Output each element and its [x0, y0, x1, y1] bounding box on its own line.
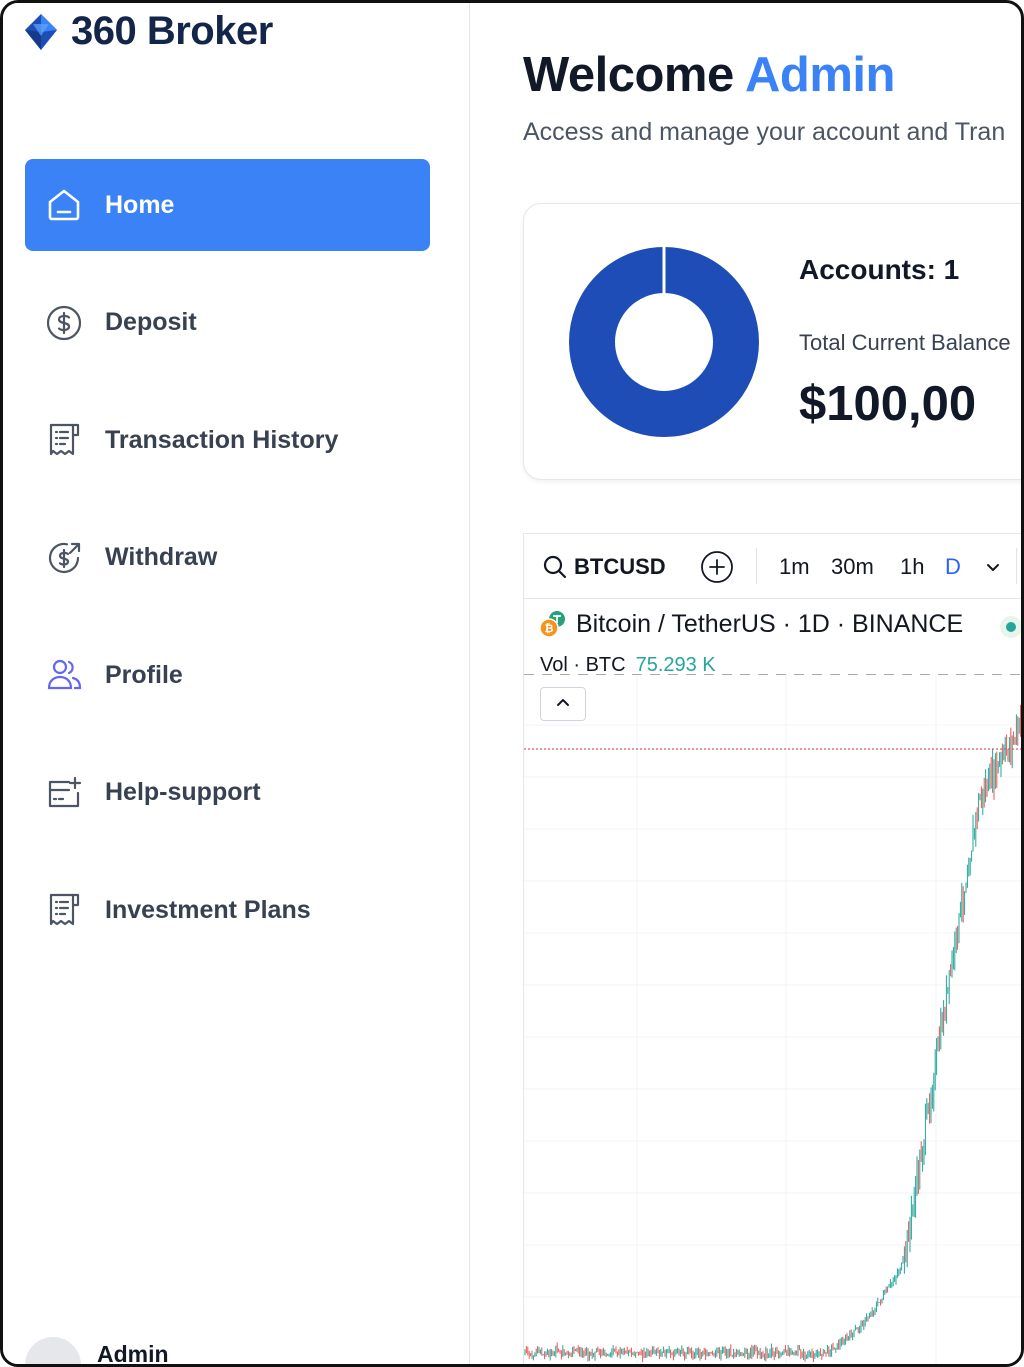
volume-value: 75.293 K — [635, 654, 716, 676]
sidebar-item-label: Transaction History — [105, 425, 339, 454]
user-footer[interactable]: Admin — [25, 1333, 445, 1367]
main-content: Welcome Admin Access and manage your acc… — [470, 3, 1021, 1364]
balance-label: Total Current Balance — [799, 330, 1011, 355]
page-subtitle: Access and manage your account and Tran — [523, 118, 1006, 146]
welcome-username: Admin — [745, 48, 895, 102]
sidebar-item-home[interactable]: Home — [25, 159, 430, 251]
sidebar-item-label: Deposit — [105, 308, 197, 336]
dollar-circle-icon — [46, 305, 82, 340]
home-icon — [48, 189, 80, 221]
balance-value: $100,00 — [799, 377, 977, 431]
account-summary-card: Accounts: 1 Total Current Balance $100,0… — [523, 203, 1021, 480]
sidebar-nav: Home Deposit Transaction History Withdra… — [25, 159, 430, 982]
market-status-indicator[interactable] — [1000, 616, 1021, 638]
sidebar-item-profile[interactable]: Profile — [25, 629, 430, 721]
sidebar: 360 Broker Home Deposit Transaction Hist… — [3, 3, 470, 1367]
chart-legend: ₿ Bitcoin / TetherUS · 1D · BINANCE — [538, 609, 963, 639]
sidebar-item-label: Home — [105, 190, 175, 219]
balance-donut-chart — [569, 246, 759, 437]
chart-title: Bitcoin / TetherUS · 1D · BINANCE — [576, 609, 964, 638]
avatar[interactable] — [25, 1337, 81, 1364]
accounts-count: Accounts: 1 — [799, 254, 960, 285]
sidebar-item-deposit[interactable]: Deposit — [25, 277, 430, 369]
diamond-logo-icon — [25, 13, 57, 50]
receipt-icon — [49, 893, 80, 926]
brand-name: 360 Broker — [71, 9, 273, 53]
chevron-up-icon — [557, 698, 569, 706]
interval-30m[interactable]: 30m — [831, 554, 874, 580]
user-name: Admin — [97, 1341, 169, 1367]
receipt-icon — [49, 423, 80, 456]
dollar-arrow-icon — [48, 542, 81, 573]
ticket-icon — [48, 776, 82, 807]
collapse-legend-button[interactable] — [540, 687, 586, 721]
welcome-text: Welcome — [523, 48, 734, 102]
price-chart-widget: BTCUSD 1m 30m 1h D ₿ Bitcoin / TetherUS … — [523, 533, 1021, 1364]
toolbar-divider — [756, 548, 757, 584]
candlestick-chart — [524, 674, 1021, 1364]
sidebar-item-withdraw[interactable]: Withdraw — [25, 512, 430, 604]
users-icon — [47, 659, 82, 690]
volume-label: Vol · BTC — [540, 654, 626, 676]
page-title: Welcome Admin — [523, 47, 895, 103]
candles-layer — [524, 704, 1021, 1363]
sidebar-item-transaction-history[interactable]: Transaction History — [25, 394, 430, 486]
interval-1h[interactable]: 1h — [900, 554, 924, 580]
interval-1m[interactable]: 1m — [779, 554, 810, 580]
sidebar-item-investment-plans[interactable]: Investment Plans — [25, 864, 430, 956]
symbol-search[interactable]: BTCUSD — [542, 554, 666, 580]
chart-toolbar: BTCUSD 1m 30m 1h D — [524, 534, 1021, 599]
search-icon — [543, 555, 567, 579]
brand[interactable]: 360 Broker — [23, 9, 273, 54]
app-window: 360 Broker Home Deposit Transaction Hist… — [0, 0, 1024, 1367]
sidebar-item-label: Investment Plans — [105, 895, 311, 924]
toolbar-divider — [1016, 548, 1017, 584]
interval-d[interactable]: D — [945, 554, 961, 580]
bitcoin-tether-icon: ₿ — [539, 611, 565, 638]
sidebar-item-label: Withdraw — [105, 543, 218, 571]
sidebar-item-help-support[interactable]: Help-support — [25, 747, 430, 839]
compare-symbol-button[interactable] — [700, 550, 734, 584]
sidebar-item-label: Profile — [105, 660, 183, 689]
symbol-label: BTCUSD — [574, 554, 666, 579]
sidebar-item-label: Help-support — [105, 778, 261, 806]
volume-legend: Vol · BTC 75.293 K — [540, 654, 716, 677]
chevron-down-icon[interactable] — [982, 556, 1004, 578]
svg-text:₿: ₿ — [545, 623, 554, 635]
